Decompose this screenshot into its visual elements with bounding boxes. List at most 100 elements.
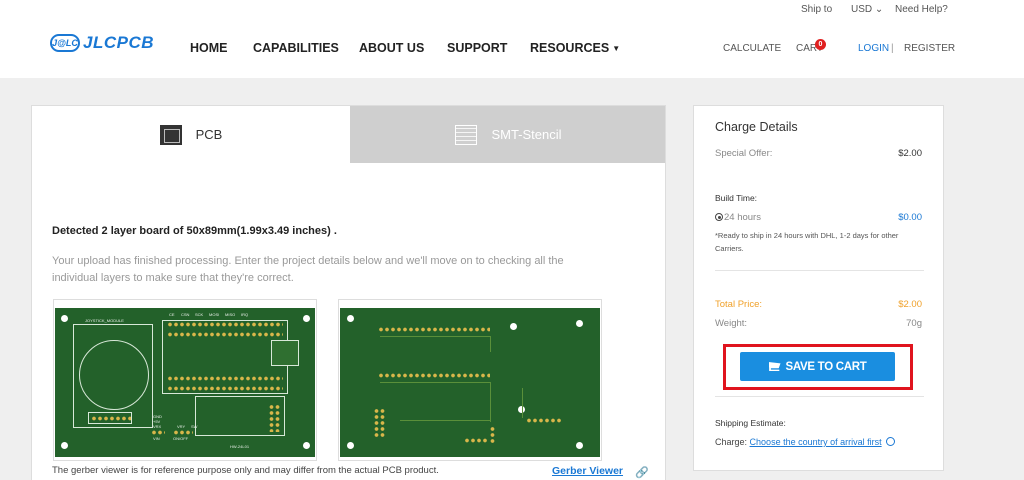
- top-bar: Ship to USD ⌄ Need Help? J@LC JLCPCB HOM…: [0, 0, 1024, 78]
- copper-trace: [380, 336, 490, 337]
- jlcpcb-logo[interactable]: J@LC JLCPCB: [50, 33, 154, 53]
- nav-resources[interactable]: RESOURCES ▼: [530, 41, 620, 55]
- chevron-down-icon: ⌄: [872, 4, 884, 15]
- pcb-back-preview[interactable]: [338, 299, 602, 461]
- nav-resources-label: RESOURCES: [530, 41, 610, 55]
- joystick-circle: [79, 340, 149, 410]
- silk-label: MOSI: [209, 312, 220, 317]
- header-outline: [162, 320, 288, 394]
- shipping-estimate-label: Shipping Estimate:: [715, 418, 786, 428]
- link-icon[interactable]: 🔗: [635, 466, 649, 479]
- radio-selected-icon: [715, 213, 723, 221]
- silk-board-id: HW-24L01: [230, 444, 250, 449]
- nav-support[interactable]: SUPPORT: [447, 41, 507, 55]
- mounting-hole: [61, 442, 68, 449]
- shipping-charge-row: Charge: Choose the country of arrival fi…: [715, 437, 895, 447]
- nav-home[interactable]: HOME: [190, 41, 228, 55]
- mounting-hole: [61, 315, 68, 322]
- charge-details-title: Charge Details: [715, 120, 798, 134]
- total-price-label: Total Price:: [715, 299, 762, 310]
- register-link[interactable]: REGISTER: [904, 43, 955, 54]
- pad-row: [378, 327, 490, 332]
- connector-outline: [88, 412, 132, 424]
- tab-smt-stencil[interactable]: SMT-Stencil: [350, 106, 665, 163]
- pad-column: [374, 408, 379, 438]
- copper-trace: [522, 388, 523, 418]
- calculate-link[interactable]: CALCULATE: [723, 43, 781, 54]
- build-option-label: 24 hours: [724, 212, 761, 223]
- tab-pcb-label: PCB: [195, 127, 223, 142]
- build-option-24h[interactable]: 24 hours: [715, 212, 761, 223]
- pad-row: [526, 418, 562, 423]
- currency-label: USD: [851, 4, 873, 15]
- mounting-hole: [347, 442, 354, 449]
- silk-label: VIN: [153, 436, 160, 441]
- caret-down-icon: ▼: [612, 44, 621, 53]
- pcb-front-board: JOYSTICK_MODULE GND +5V VRX VRY SW CE CS…: [55, 308, 315, 457]
- silk-label: ON/OFF: [173, 436, 189, 441]
- charge-details-panel: Charge Details Special Offer: $2.00 Buil…: [693, 105, 944, 471]
- silk-label: VRY: [177, 424, 186, 429]
- need-help-link[interactable]: Need Help?: [895, 4, 948, 15]
- logo-text: JLCPCB: [83, 33, 155, 52]
- special-offer-label: Special Offer:: [715, 148, 773, 159]
- divider: [715, 396, 924, 397]
- gerber-disclaimer: The gerber viewer is for reference purpo…: [52, 465, 439, 476]
- ship-to-link[interactable]: Ship to: [801, 4, 832, 15]
- pad-column: [269, 404, 274, 432]
- pad-row: [173, 430, 193, 435]
- save-to-cart-label: SAVE TO CART: [785, 360, 867, 373]
- login-register-divider: |: [891, 43, 894, 54]
- special-offer-value: $2.00: [898, 148, 922, 159]
- nav-about-us[interactable]: ABOUT US: [359, 41, 424, 55]
- weight-value: 70g: [906, 318, 922, 329]
- globe-icon[interactable]: [885, 437, 895, 446]
- tab-pcb[interactable]: PCB: [32, 106, 350, 163]
- pad-column: [275, 404, 280, 432]
- pcb-front-preview[interactable]: JOYSTICK_MODULE GND +5V VRX VRY SW CE CS…: [53, 299, 317, 461]
- mounting-hole: [303, 315, 310, 322]
- gerber-viewer-link[interactable]: Gerber Viewer: [552, 465, 623, 477]
- charge-label: Charge:: [715, 437, 748, 447]
- pad-row: [464, 438, 488, 443]
- pad-column: [490, 426, 495, 444]
- build-option-price: $0.00: [898, 212, 922, 223]
- stencil-icon: [455, 124, 478, 145]
- mounting-hole: [576, 442, 583, 449]
- copper-trace: [490, 336, 491, 352]
- copper-trace: [400, 420, 490, 421]
- build-time-note: *Ready to ship in 24 hours with DHL, 1-2…: [715, 231, 899, 253]
- pad-row: [151, 430, 165, 435]
- cart-icon: [768, 362, 781, 371]
- silk-label: IRQ: [241, 312, 249, 317]
- upload-card: PCB SMT-Stencil Detected 2 layer board o…: [31, 105, 666, 480]
- save-to-cart-button[interactable]: SAVE TO CART: [740, 352, 895, 381]
- pcb-back-board: [340, 308, 600, 457]
- silk-label: MISO: [225, 312, 236, 317]
- weight-label: Weight:: [715, 318, 748, 329]
- login-link[interactable]: LOGIN: [858, 43, 889, 54]
- mounting-hole: [576, 320, 583, 327]
- pcb-chip-icon: [159, 124, 182, 145]
- silk-label: VRX: [153, 424, 162, 429]
- divider: [715, 270, 924, 271]
- detected-board-info: Detected 2 layer board of 50x89mm(1.99x3…: [52, 225, 337, 237]
- nav-capabilities[interactable]: CAPABILITIES: [253, 41, 339, 55]
- silk-label: SCK: [195, 312, 204, 317]
- pad-column: [380, 408, 385, 438]
- cart-count-badge: 0: [815, 39, 826, 50]
- copper-trace: [380, 382, 490, 383]
- copper-trace: [490, 382, 491, 422]
- logo-badge: J@LC: [50, 34, 80, 52]
- silk-label: CSN: [181, 312, 190, 317]
- regulator-outline: [271, 340, 299, 366]
- build-time-label: Build Time:: [715, 193, 758, 203]
- mounting-hole: [510, 323, 517, 330]
- choose-country-link[interactable]: Choose the country of arrival first: [750, 437, 882, 447]
- tab-smt-stencil-label: SMT-Stencil: [491, 127, 562, 142]
- silk-label: SW: [191, 424, 198, 429]
- mounting-hole: [347, 315, 354, 322]
- silk-title: JOYSTICK_MODULE: [85, 318, 124, 323]
- mounting-hole: [303, 442, 310, 449]
- currency-select[interactable]: USD ⌄: [851, 4, 883, 15]
